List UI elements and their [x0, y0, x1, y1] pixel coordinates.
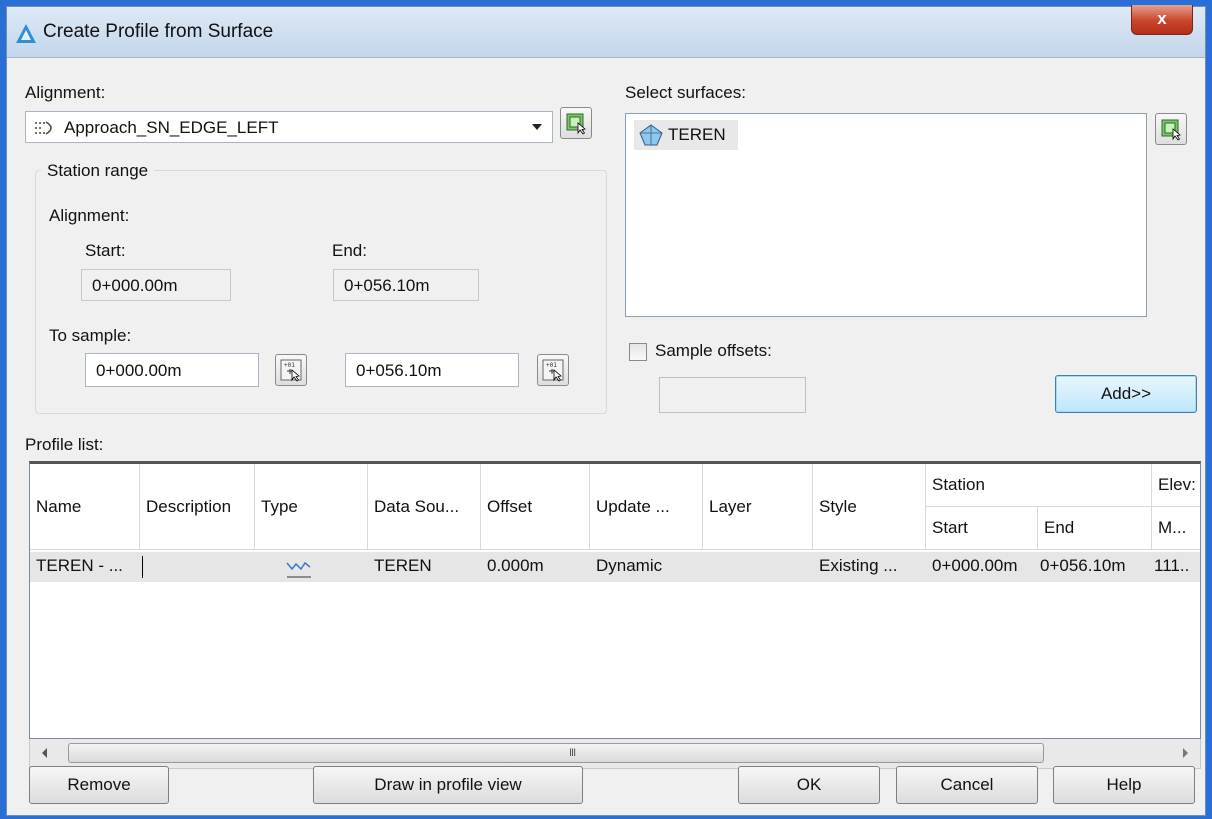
station-range-title: Station range: [41, 161, 155, 181]
surface-item[interactable]: TEREN: [634, 120, 738, 150]
svg-text:+01: +01: [546, 362, 557, 369]
column-header-description[interactable]: Description: [140, 464, 255, 550]
column-header-elevation-min[interactable]: M...: [1152, 507, 1200, 550]
cell-name[interactable]: TEREN - ...: [36, 556, 123, 576]
column-group-elevation: Elev:: [1152, 464, 1200, 507]
column-header-update[interactable]: Update ...: [590, 464, 703, 550]
cell-update[interactable]: Dynamic: [596, 556, 662, 576]
scrollbar-grip: III: [569, 747, 576, 759]
column-header-style[interactable]: Style: [813, 464, 926, 550]
column-header-offset[interactable]: Offset: [481, 464, 590, 550]
profile-list-label: Profile list:: [25, 435, 104, 454]
alignment-combobox[interactable]: Approach_SN_EDGE_LEFT: [25, 111, 553, 143]
column-header-data-source[interactable]: Data Sou...: [368, 464, 481, 550]
end-label: End:: [332, 241, 367, 260]
svg-text:+01: +01: [284, 362, 295, 369]
to-sample-label: To sample:: [49, 326, 132, 345]
pick-end-station-button[interactable]: +01: [537, 354, 569, 386]
surface-icon: [639, 124, 663, 146]
help-button[interactable]: Help: [1053, 766, 1195, 804]
ok-button[interactable]: OK: [738, 766, 880, 804]
sample-offsets-input: [659, 377, 806, 413]
column-header-station-end[interactable]: End: [1038, 507, 1152, 550]
scrollbar-thumb[interactable]: III: [68, 743, 1044, 763]
cell-style[interactable]: Existing ...: [819, 556, 897, 576]
cell-offset[interactable]: 0.000m: [487, 556, 544, 576]
cancel-button[interactable]: Cancel: [896, 766, 1038, 804]
cell-elevation-min[interactable]: 111..: [1154, 556, 1189, 576]
cell-station-end[interactable]: 0+056.10m: [1040, 556, 1126, 576]
chevron-down-icon[interactable]: [532, 124, 542, 130]
surfaces-listbox[interactable]: TEREN: [625, 113, 1147, 317]
pick-start-station-button[interactable]: +01: [275, 354, 307, 386]
window-title: Create Profile from Surface: [43, 21, 274, 42]
alignment-icon: [35, 121, 52, 135]
alignment-start-field: 0+000.00m: [81, 269, 231, 301]
pick-from-drawing-icon: [566, 113, 586, 135]
alignment-selected-value: Approach_SN_EDGE_LEFT: [64, 118, 279, 137]
sample-offsets-label: Sample offsets:: [655, 341, 772, 360]
column-group-station: Station: [926, 464, 1152, 507]
civil3d-app-icon: [16, 24, 36, 43]
column-header-layer[interactable]: Layer: [703, 464, 813, 550]
profile-line-icon: [286, 561, 311, 578]
table-row[interactable]: TEREN - ... TEREN 0.000m Dynamic Existin…: [30, 552, 1200, 582]
cell-station-start[interactable]: 0+000.00m: [932, 556, 1018, 576]
station-alignment-label: Alignment:: [49, 206, 130, 225]
select-surfaces-label: Select surfaces:: [625, 83, 746, 102]
alignment-label: Alignment:: [25, 83, 106, 102]
sample-end-input[interactable]: 0+056.10m: [345, 353, 519, 387]
dialog-window: Create Profile from Surface x Alignment:…: [6, 5, 1206, 816]
alignment-end-field: 0+056.10m: [333, 269, 479, 301]
pick-station-icon: +01: [542, 359, 564, 382]
profile-list-grid[interactable]: Name Description Type Data Sou... Offset…: [29, 461, 1201, 739]
draw-in-profile-view-button[interactable]: Draw in profile view: [313, 766, 583, 804]
remove-button[interactable]: Remove: [29, 766, 169, 804]
column-header-station-start[interactable]: Start: [926, 507, 1038, 550]
sample-start-input[interactable]: 0+000.00m: [85, 353, 259, 387]
horizontal-scrollbar[interactable]: III: [29, 739, 1201, 769]
title-bar[interactable]: Create Profile from Surface x: [7, 5, 1205, 58]
scroll-right-arrow-icon[interactable]: [1183, 748, 1188, 758]
pick-station-icon: +01: [280, 359, 302, 382]
close-button[interactable]: x: [1131, 5, 1193, 35]
column-header-name[interactable]: Name: [30, 464, 140, 550]
pick-from-drawing-icon: [1161, 119, 1181, 141]
surface-item-label: TEREN: [668, 125, 726, 144]
scroll-left-arrow-icon[interactable]: [42, 748, 47, 758]
text-cursor: [142, 556, 143, 578]
add-button[interactable]: Add>>: [1055, 375, 1197, 413]
cell-data-source[interactable]: TEREN: [374, 556, 432, 576]
sample-offsets-checkbox[interactable]: [629, 343, 647, 361]
pick-alignment-button[interactable]: [560, 107, 592, 139]
pick-surface-button[interactable]: [1155, 113, 1187, 145]
column-header-type[interactable]: Type: [255, 464, 368, 550]
start-label: Start:: [85, 241, 126, 260]
